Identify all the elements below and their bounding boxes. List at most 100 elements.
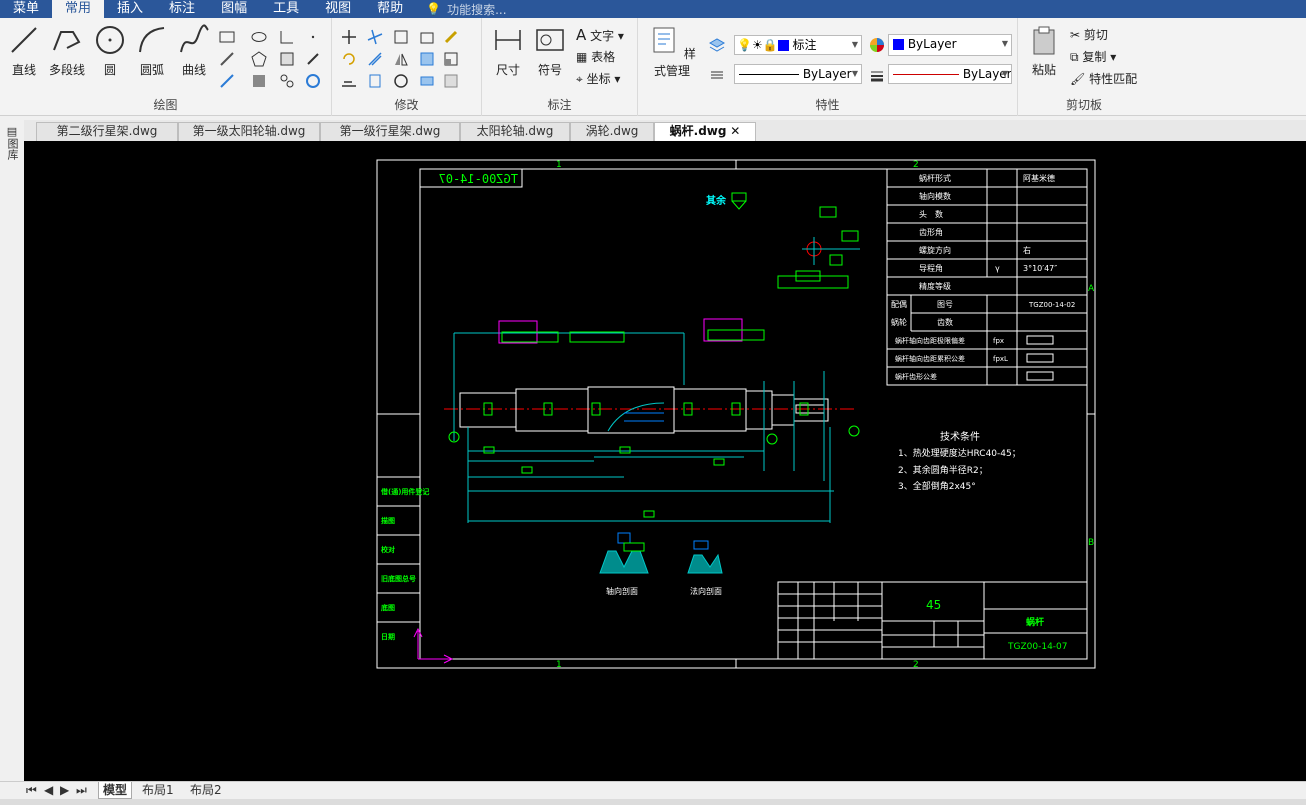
tolerance-symbol: fpxL xyxy=(993,355,1008,363)
erase-icon[interactable] xyxy=(442,28,460,46)
menu-item-5[interactable]: 工具 xyxy=(260,0,312,18)
donut-icon[interactable] xyxy=(304,72,322,90)
mirror-icon[interactable] xyxy=(392,50,410,68)
file-tab-2[interactable]: 第一级行星架.dwg xyxy=(320,122,460,141)
color-swatch xyxy=(893,39,904,50)
normal-section-label: 法向剖面 xyxy=(690,586,722,596)
lineweight-select[interactable]: ByLayer ▼ xyxy=(888,64,1012,84)
dimension-button[interactable]: 尺寸 xyxy=(488,24,528,78)
line-button[interactable]: 直线 xyxy=(4,24,44,78)
point-icon[interactable] xyxy=(304,28,322,46)
boundary-icon[interactable] xyxy=(278,72,296,90)
linetype-icon[interactable] xyxy=(708,66,726,84)
hatch-icon[interactable] xyxy=(278,50,296,68)
tolerance-row-label: 蜗杆齿形公差 xyxy=(895,372,937,381)
array-icon[interactable] xyxy=(418,50,436,68)
drawing-canvas[interactable]: 1 2 1 2 A B TGZ00-14-07 其余 蜗杆形式 阿基米德 轴向模数头… xyxy=(24,141,1306,781)
menu-item-3[interactable]: 标注 xyxy=(156,0,208,18)
angle-line-icon[interactable] xyxy=(278,28,296,46)
nav-first-icon[interactable]: ⏮ xyxy=(26,782,37,799)
file-tab-label: 第一级行星架.dwg xyxy=(339,124,441,138)
color-wheel-icon[interactable] xyxy=(868,36,886,54)
paste-button[interactable]: 粘贴 xyxy=(1024,24,1064,78)
nav-prev-icon[interactable]: ◀ xyxy=(44,782,53,799)
file-tab-label: 第一级太阳轮轴.dwg xyxy=(192,124,306,138)
file-tab-3[interactable]: 太阳轮轴.dwg xyxy=(460,122,570,141)
cut-button[interactable]: ✂ 剪切 xyxy=(1070,26,1108,43)
ellipse-icon[interactable] xyxy=(250,28,268,46)
feature-search[interactable]: 💡 功能搜索... xyxy=(426,1,506,18)
nav-next-icon[interactable]: ▶ xyxy=(60,782,69,799)
linetype-select[interactable]: ByLayer ▼ xyxy=(734,64,862,84)
file-tab-5[interactable]: 蜗杆.dwg ✕ xyxy=(654,122,756,141)
pencil-icon[interactable] xyxy=(218,50,236,68)
copy-button[interactable]: ⧉ 复制 ▾ xyxy=(1070,48,1116,65)
param-row-value: 右 xyxy=(1023,245,1031,255)
polyline-button[interactable]: 多段线 xyxy=(44,24,90,78)
file-tab-4[interactable]: 涡轮.dwg xyxy=(570,122,654,141)
file-tab-0[interactable]: 第二级行星架.dwg xyxy=(36,122,178,141)
nav-last-icon[interactable]: ⏭ xyxy=(76,782,87,799)
ribbon-group-annotate: 尺寸 符号 A 文字 ▾ ▦ 表格 ⌖ 坐标 ▾ 标注 xyxy=(482,18,638,116)
stretch-icon[interactable] xyxy=(340,72,358,90)
coordinate-tool[interactable]: ⌖ 坐标 ▾ xyxy=(576,70,620,87)
ribbon-group-draw: 直线 多段线 圆 圆弧 曲线 绘图 xyxy=(0,18,332,116)
file-tab-1[interactable]: 第一级太阳轮轴.dwg xyxy=(178,122,320,141)
rectangle-icon[interactable] xyxy=(218,28,236,46)
move-icon[interactable] xyxy=(340,28,358,46)
properties-group-label: 特性 xyxy=(815,98,840,112)
brush-icon: 🖌 xyxy=(1070,72,1086,86)
library-panel-label: 图库 xyxy=(6,138,19,160)
explode-icon[interactable] xyxy=(418,72,436,90)
side-panel: ▤ 图库 xyxy=(0,116,24,781)
table-tool[interactable]: ▦ 表格 xyxy=(576,48,615,65)
menu-item-4[interactable]: 图幅 xyxy=(208,0,260,18)
menu-item-7[interactable]: 帮助 xyxy=(364,0,416,18)
param-row-label: 轴向模数 xyxy=(919,191,951,201)
paste-icon xyxy=(1033,26,1055,55)
mate-drawing-number: TGZ00-14-02 xyxy=(1028,301,1075,309)
library-panel-tab[interactable]: ▤ 图库 xyxy=(4,126,20,163)
layer-icon[interactable] xyxy=(708,36,726,54)
tech-title: 技术条件 xyxy=(940,430,980,443)
style-manager-button[interactable]: 样式管理 xyxy=(644,24,700,79)
menu-item-1[interactable]: 常用 xyxy=(52,0,105,18)
layout-tab-layout1[interactable]: 布局1 xyxy=(142,782,174,799)
lineweight-icon[interactable] xyxy=(868,66,886,84)
polygon-icon[interactable] xyxy=(250,50,268,68)
layout-tab-model[interactable]: 模型 xyxy=(98,782,133,799)
symbol-button[interactable]: 符号 xyxy=(530,24,570,78)
close-tab-icon[interactable]: ✕ xyxy=(726,124,740,138)
side-strip-label: 底图 xyxy=(381,603,395,612)
param-row-value: 阿基米德 xyxy=(1023,173,1055,183)
color-select[interactable]: ByLayer ▼ xyxy=(888,34,1012,56)
tolerance-row-label: 蜗杆轴向齿距累积公差 xyxy=(895,354,965,363)
circle-button[interactable]: 圆 xyxy=(90,24,130,78)
spline-button[interactable]: 曲线 xyxy=(174,24,214,78)
region-icon[interactable] xyxy=(250,72,268,90)
arrow-icon[interactable] xyxy=(304,50,322,68)
mirrored-code: TGZ00-14-07 xyxy=(439,172,518,186)
trim-icon[interactable] xyxy=(366,28,384,46)
menu-item-2[interactable]: 插入 xyxy=(104,0,156,18)
match-properties-button[interactable]: 🖌 特性匹配 xyxy=(1070,70,1137,87)
edit-icon[interactable] xyxy=(442,72,460,90)
layer-select[interactable]: 💡☀🔒 标注 ▼ xyxy=(734,35,862,55)
text-tool[interactable]: A 文字 ▾ xyxy=(576,26,624,44)
copy-object-icon[interactable] xyxy=(418,28,436,46)
menu-item-6[interactable]: 视图 xyxy=(312,0,364,18)
layout-tab-layout2[interactable]: 布局2 xyxy=(190,782,222,799)
lead-angle-symbol: γ xyxy=(995,264,1000,273)
extend-icon[interactable] xyxy=(392,28,410,46)
table-tool-label: 表格 xyxy=(591,50,616,64)
linetype-select-value: ByLayer xyxy=(802,67,852,81)
menu-item-0[interactable]: 菜单 xyxy=(0,0,52,18)
construction-line-icon[interactable] xyxy=(218,72,236,90)
rotate-icon[interactable] xyxy=(340,50,358,68)
tech-item-1: 1、热处理硬度达HRC40-45； xyxy=(898,447,1021,459)
fillet-icon[interactable] xyxy=(392,72,410,90)
offset-icon[interactable] xyxy=(366,50,384,68)
arc-button[interactable]: 圆弧 xyxy=(132,24,172,78)
break-icon[interactable] xyxy=(366,72,384,90)
scale-icon[interactable] xyxy=(442,50,460,68)
